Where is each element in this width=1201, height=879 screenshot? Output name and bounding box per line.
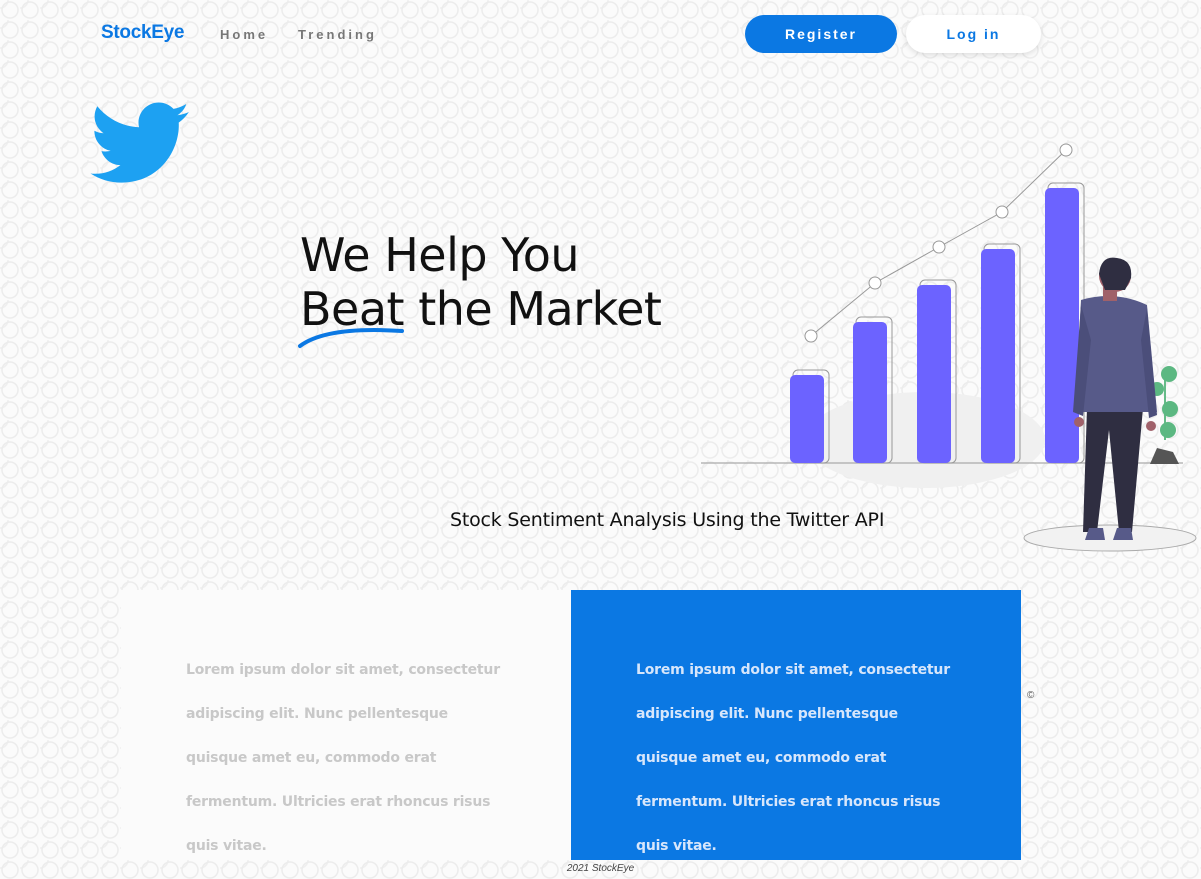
brand-logo[interactable]: StockEye xyxy=(101,22,184,44)
hero-title-line1: We Help You xyxy=(300,228,580,282)
feature-card-right: Lorem ipsum dolor sit amet, consectetur … xyxy=(571,590,1021,860)
copyright-icon: © xyxy=(1027,690,1035,701)
nav-link-trending[interactable]: Trending xyxy=(298,27,377,42)
footer-text: 2021 StockEye xyxy=(566,863,635,874)
login-button[interactable]: Log in xyxy=(906,15,1041,53)
growth-chart-illustration xyxy=(701,143,1197,552)
feature-card-text: Lorem ipsum dolor sit amet, consectetur … xyxy=(636,662,950,854)
feature-card-left: Lorem ipsum dolor sit amet, consectetur … xyxy=(121,590,571,860)
register-button[interactable]: Register xyxy=(745,15,897,53)
hero-title-rest: the Market xyxy=(404,282,662,336)
brush-underline xyxy=(298,328,404,348)
twitter-bird-icon xyxy=(90,102,189,183)
hero-subtitle: Stock Sentiment Analysis Using the Twitt… xyxy=(450,509,885,531)
hero-title: We Help You Beat the Market xyxy=(300,228,662,336)
nav-link-home[interactable]: Home xyxy=(220,27,268,42)
feature-card-text: Lorem ipsum dolor sit amet, consectetur … xyxy=(186,662,500,854)
